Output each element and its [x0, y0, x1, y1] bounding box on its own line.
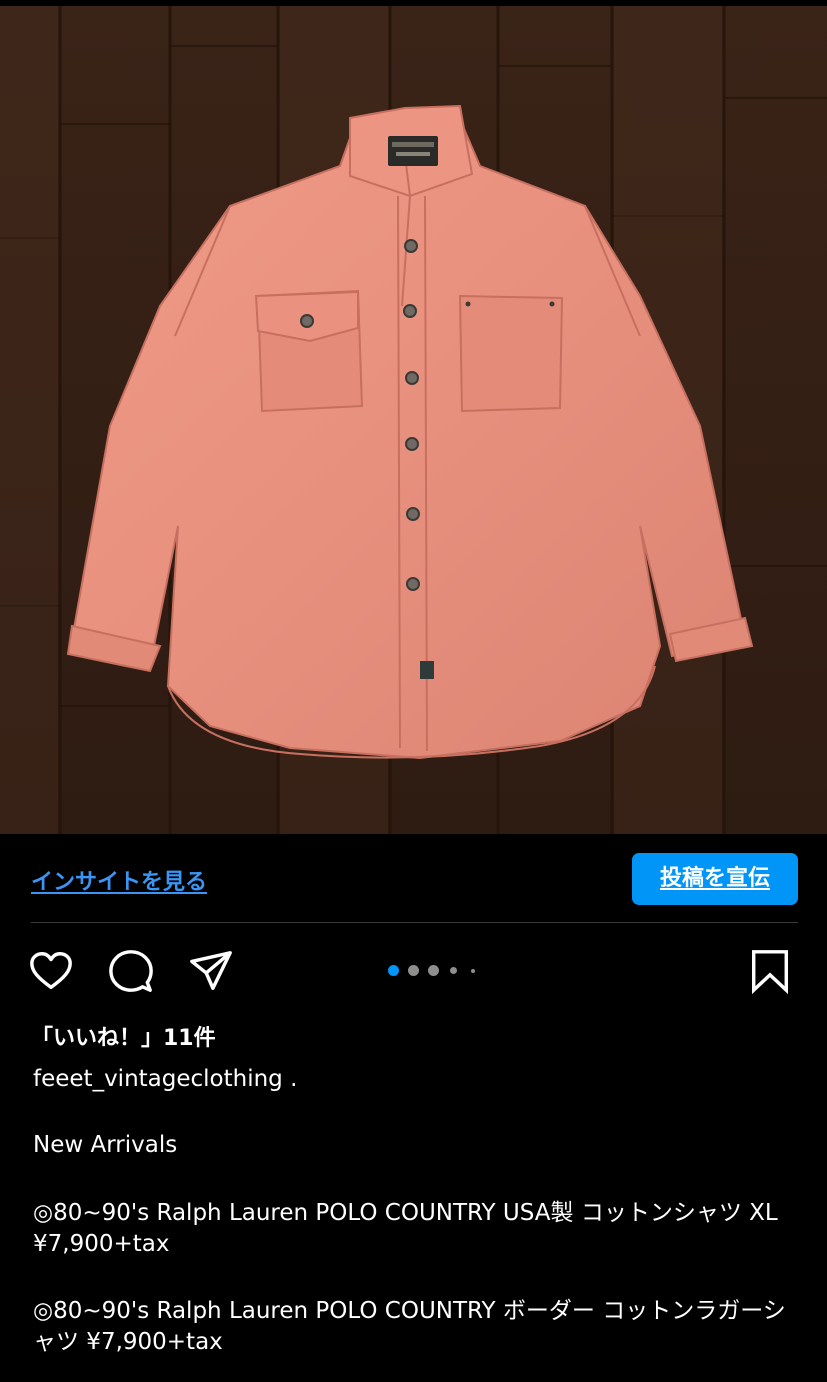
username-link[interactable]: feeet_vintageclothing: [33, 1066, 283, 1092]
heart-icon[interactable]: [28, 948, 74, 994]
post-image[interactable]: [0, 6, 827, 834]
carousel-dot: [471, 968, 475, 973]
carousel-dot: [428, 965, 439, 976]
caption-line: ◎80~90's Ralph Lauren POLO COUNTRY ボーダー …: [33, 1298, 786, 1355]
caption-line: ◎80~90's Ralph Lauren POLO COUNTRY USA製 …: [33, 1200, 786, 1257]
caption-line: New Arrivals: [33, 1132, 178, 1158]
caption-first-line: .: [282, 1066, 298, 1092]
divider: [31, 922, 798, 923]
caption-header: feeet_vintageclothing .: [33, 1066, 297, 1092]
promote-post-button[interactable]: 投稿を宣伝: [632, 853, 798, 905]
carousel-dot-active: [388, 965, 399, 976]
likes-count[interactable]: 「いいね！」11件: [31, 1020, 216, 1052]
carousel-dot: [450, 967, 457, 974]
carousel-dot: [408, 965, 419, 976]
insights-row: インサイトを見る 投稿を宣伝: [0, 834, 827, 922]
bookmark-icon[interactable]: [747, 948, 793, 994]
comment-bubble-icon[interactable]: [108, 948, 154, 994]
paper-plane-icon[interactable]: [188, 948, 234, 994]
post-actions: [0, 940, 827, 1000]
view-insights-link[interactable]: インサイトを見る: [31, 864, 207, 896]
